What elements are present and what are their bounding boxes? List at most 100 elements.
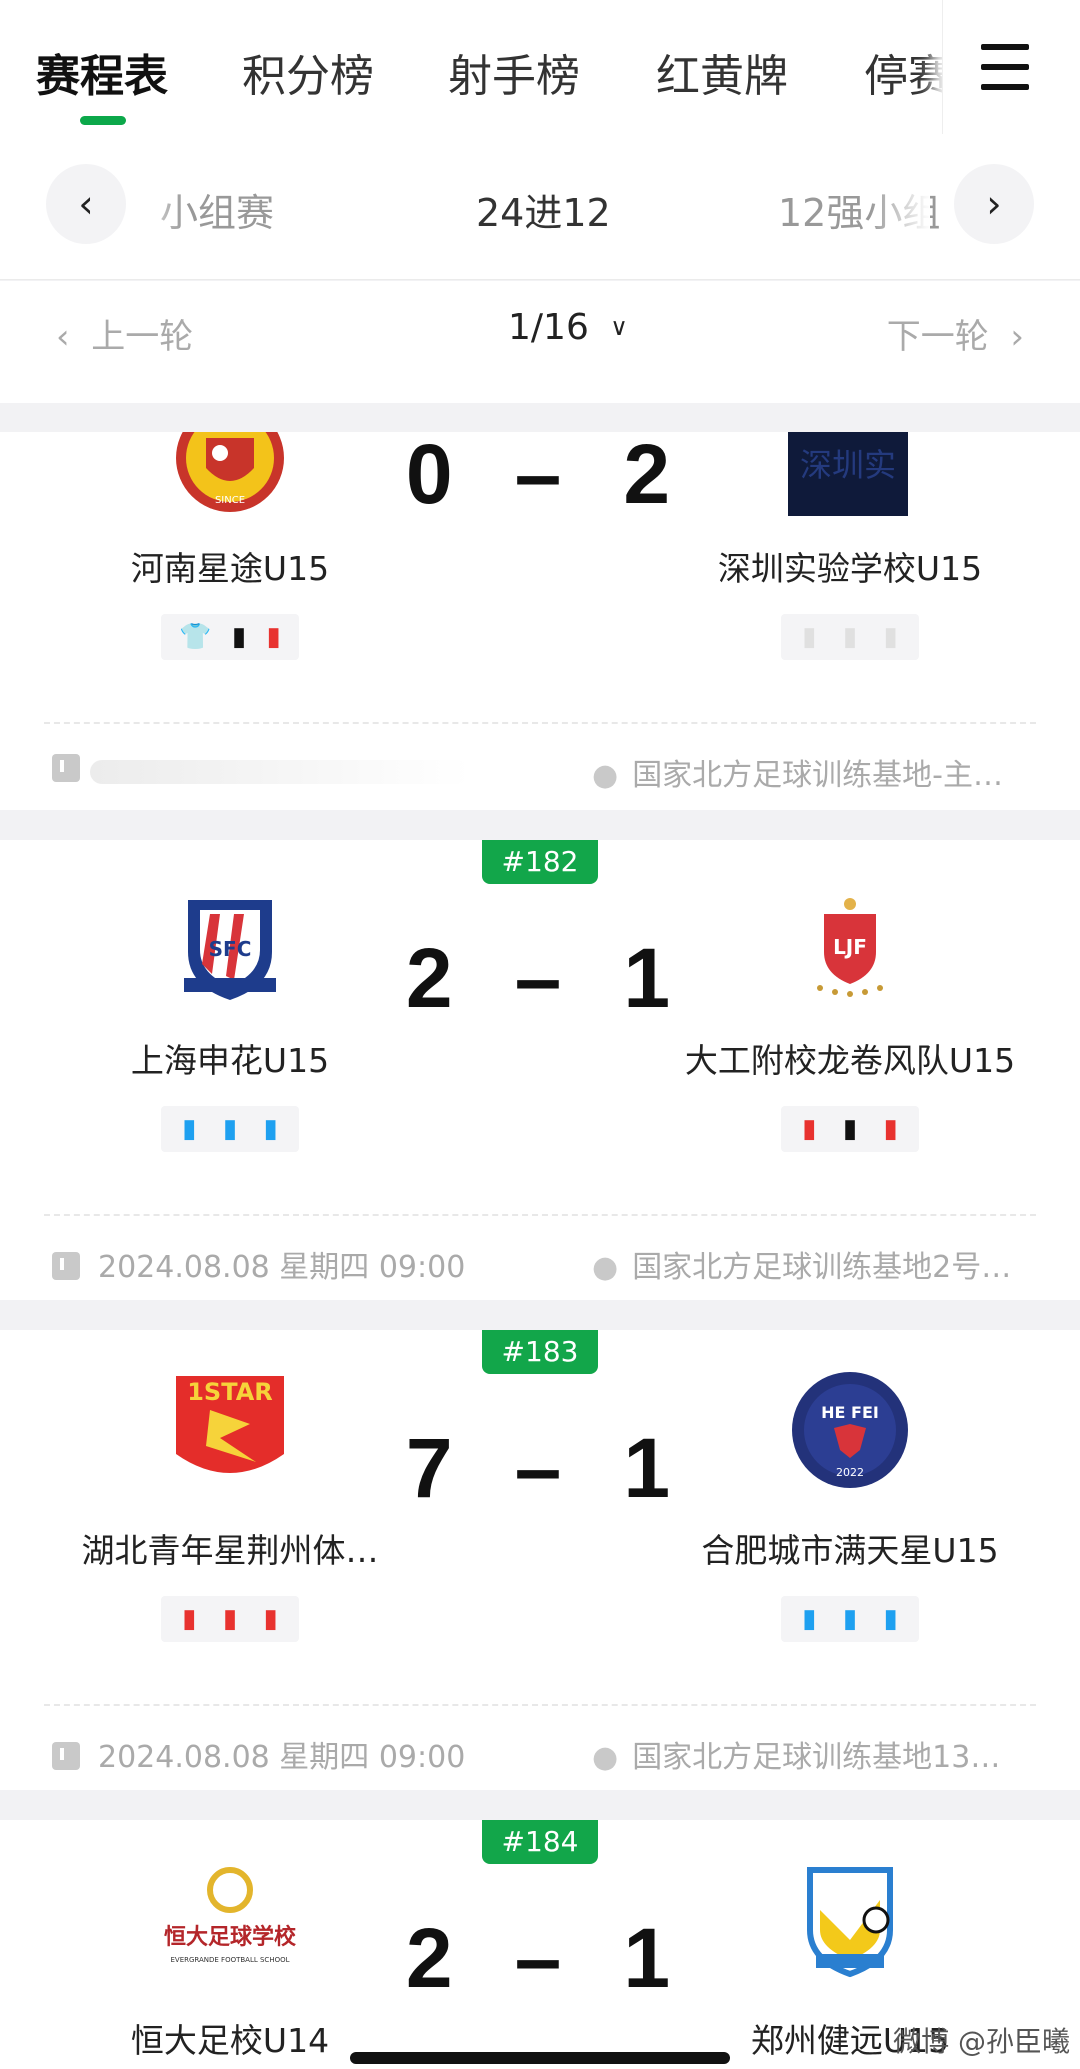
shirt-icon: ▮ <box>802 622 817 652</box>
team-crest-home: 恒大足球学校 EVERGRANDE FOOTBALL SCHOOL <box>164 1867 297 1964</box>
chevron-right-icon: › <box>1010 317 1024 357</box>
shorts-icon: ▮ <box>842 1114 858 1144</box>
away-team-name[interactable]: 大工附校龙卷风队U15 <box>620 1034 1080 1082</box>
chevron-down-icon: ∨ <box>610 313 628 341</box>
home-score: 0 <box>405 432 457 521</box>
location-pin-icon: ● <box>592 1250 619 1285</box>
previous-round-button[interactable]: ‹ 上一轮 <box>56 309 193 358</box>
tab-standings[interactable]: 积分榜 <box>242 40 374 104</box>
tab-cards[interactable]: 红黄牌 <box>656 40 788 104</box>
away-team-name[interactable]: 合肥城市满天星U15 <box>620 1524 1080 1572</box>
top-tab-bar: 赛程表 积分榜 射手榜 红黄牌 停赛 <box>0 0 1080 140</box>
home-team-name[interactable]: 湖北青年星荆州体… <box>0 1524 460 1572</box>
hamburger-menu-icon[interactable] <box>942 0 1080 134</box>
home-kit-colors: ▮ ▮ ▮ <box>161 1596 299 1642</box>
chevron-left-icon[interactable]: ‹ <box>46 164 126 244</box>
team-crest-away: 深圳实 <box>788 432 908 516</box>
shirt-icon: ▮ <box>182 1114 197 1144</box>
shorts-icon: ▮ <box>842 622 858 652</box>
shirt-icon: ▮ <box>802 1114 817 1144</box>
team-crest-away <box>807 1867 893 1978</box>
svg-text:恒大足球学校: 恒大足球学校 <box>164 1924 297 1950</box>
away-kit-colors: ▮ ▮ ▮ <box>781 614 919 660</box>
match-card[interactable]: #183 1STAR HE FEI 2022 7–1 湖北青年星荆州体… 合肥城… <box>0 1330 1080 1790</box>
team-crest-home: 1STAR <box>176 1376 284 1473</box>
away-score: 1 <box>623 931 675 1025</box>
match-venue[interactable]: ● 国家北方足球训练基地-主… <box>592 750 1042 794</box>
weibo-watermark: 微博 @孙臣曦 <box>893 2025 1070 2058</box>
away-score: 1 <box>623 1421 675 1515</box>
home-kit-colors: ▮ ▮ ▮ <box>161 1106 299 1152</box>
shorts-icon: ▮ <box>222 1114 238 1144</box>
stage-current-label[interactable]: 24进12 <box>476 182 611 237</box>
match-number-badge: #183 <box>482 1330 598 1374</box>
socks-icon: ▮ <box>883 1114 898 1144</box>
active-tab-indicator <box>80 116 126 125</box>
blurred-time <box>90 760 470 784</box>
socks-icon: ▮ <box>263 1604 278 1634</box>
svg-text:SFC: SFC <box>209 937 252 961</box>
match-time: 2024.08.08 星期四 09:00 <box>52 1732 465 1776</box>
match-score: 2–1 <box>405 1911 675 2005</box>
stage-selector: 小组赛 24进12 12强小组 ‹ › <box>0 140 1080 280</box>
tab-top-scorers[interactable]: 射手榜 <box>448 40 580 104</box>
shorts-icon: ▮ <box>231 622 247 652</box>
svg-text:深圳实: 深圳实 <box>800 446 896 484</box>
shorts-icon: ▮ <box>842 1604 858 1634</box>
match-time: 2024.08.08 星期四 09:00 <box>52 1242 465 1286</box>
chevron-left-icon: ‹ <box>56 317 70 357</box>
card-divider <box>44 1214 1036 1216</box>
socks-icon: ▮ <box>266 622 281 652</box>
away-score: 2 <box>623 432 675 521</box>
match-score: 0–2 <box>340 432 740 523</box>
clock-icon <box>52 754 80 782</box>
shorts-icon: ▮ <box>222 1604 238 1634</box>
home-score: 2 <box>405 931 457 1025</box>
next-round-button[interactable]: 下一轮 › <box>887 309 1024 358</box>
chevron-right-icon[interactable]: › <box>954 164 1034 244</box>
match-number-badge: #182 <box>482 840 598 884</box>
svg-text:2022: 2022 <box>836 1466 864 1479</box>
match-card[interactable]: #182 SFC LJF 2–1 上海申花U15 大工附校龙卷风队U15 ▮ ▮… <box>0 840 1080 1300</box>
home-indicator[interactable] <box>350 2052 730 2064</box>
team-crest-away: LJF <box>817 898 883 997</box>
location-pin-icon: ● <box>592 758 619 793</box>
shirt-icon: ▮ <box>182 1604 197 1634</box>
svg-text:EVERGRANDE FOOTBALL SCHOOL: EVERGRANDE FOOTBALL SCHOOL <box>170 1956 289 1964</box>
socks-icon: ▮ <box>883 1604 898 1634</box>
card-divider <box>44 1704 1036 1706</box>
tab-schedule[interactable]: 赛程表 <box>36 40 168 104</box>
home-score: 2 <box>405 1911 457 2005</box>
home-team-name[interactable]: 河南星途U15 <box>0 542 460 590</box>
svg-text:1STAR: 1STAR <box>187 1378 273 1406</box>
tab-suspensions[interactable]: 停赛 <box>864 40 952 104</box>
current-round-label: 1/16 <box>508 307 589 348</box>
home-score: 7 <box>405 1421 457 1515</box>
socks-icon: ▮ <box>883 622 898 652</box>
away-kit-colors: ▮ ▮ ▮ <box>781 1106 919 1152</box>
team-crest-away: HE FEI 2022 <box>792 1372 908 1488</box>
svg-text:LJF: LJF <box>833 935 867 959</box>
team-crest-home: SFC <box>184 900 276 1000</box>
next-round-label: 下一轮 <box>886 317 989 357</box>
away-score: 1 <box>623 1911 675 2005</box>
shirt-icon: 👕 <box>179 622 212 652</box>
round-navigator: ‹ 上一轮 1/16 ∨ 下一轮 › <box>0 281 1080 403</box>
match-score: 7–1 <box>405 1421 675 1515</box>
svg-text:HE FEI: HE FEI <box>821 1403 879 1422</box>
location-pin-icon: ● <box>592 1740 619 1775</box>
match-score: 2–1 <box>405 931 675 1025</box>
home-team-name[interactable]: 上海申花U15 <box>0 1034 460 1082</box>
shirt-icon: ▮ <box>802 1604 817 1634</box>
away-kit-colors: ▮ ▮ ▮ <box>781 1596 919 1642</box>
card-divider <box>44 722 1036 724</box>
home-kit-colors: 👕 ▮ ▮ <box>161 614 299 660</box>
round-selector[interactable]: 1/16 ∨ <box>508 307 628 348</box>
match-venue[interactable]: ● 国家北方足球训练基地13… <box>592 1732 1042 1776</box>
match-number-badge: #184 <box>482 1820 598 1864</box>
clock-icon <box>52 1252 80 1280</box>
svg-text:SINCE: SINCE <box>215 495 245 506</box>
away-team-name[interactable]: 深圳实验学校U15 <box>620 542 1080 590</box>
match-card[interactable]: SINCE 深圳实 0–2 河南星途U15 深圳实验学校U15 👕 ▮ ▮ ▮ … <box>0 432 1080 810</box>
match-venue[interactable]: ● 国家北方足球训练基地2号… <box>592 1242 1042 1286</box>
